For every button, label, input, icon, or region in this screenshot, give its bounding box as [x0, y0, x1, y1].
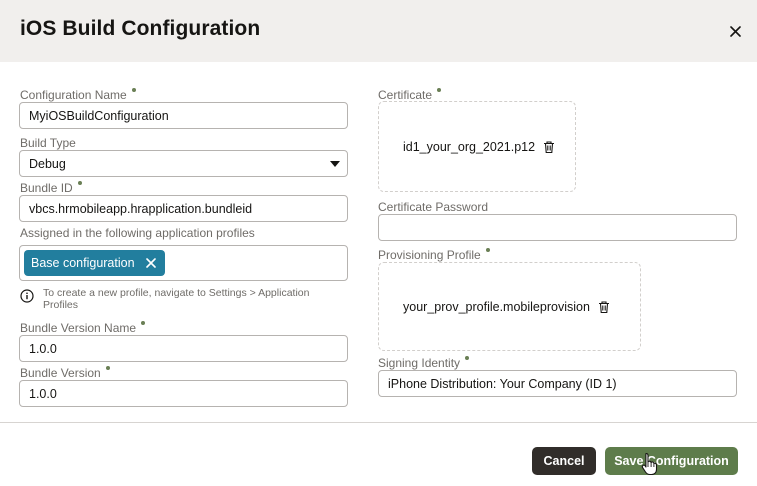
bundle-version-label: Bundle Version — [20, 366, 110, 380]
profiles-chip-input[interactable]: Base configuration — [19, 245, 348, 281]
bundle-id-value: vbcs.hrmobileapp.hrapplication.bundleid — [29, 201, 253, 216]
certificate-file: id1_your_org_2021.p12 — [403, 140, 556, 154]
certificate-file-name: id1_your_org_2021.p12 — [403, 140, 536, 154]
provisioning-profile-dropzone[interactable]: your_prov_profile.mobileprovision — [378, 262, 641, 351]
provisioning-profile-file-name: your_prov_profile.mobileprovision — [403, 300, 590, 314]
configuration-name-input[interactable]: MyiOSBuildConfiguration — [19, 102, 348, 129]
certificate-label: Certificate — [378, 88, 442, 102]
required-indicator — [105, 366, 110, 370]
provisioning-profile-label: Provisioning Profile — [378, 248, 490, 262]
cancel-button[interactable]: Cancel — [532, 447, 596, 475]
signing-identity-input[interactable]: iPhone Distribution: Your Company (ID 1) — [378, 370, 737, 397]
chevron-down-icon — [330, 161, 340, 167]
configuration-name-value: MyiOSBuildConfiguration — [29, 108, 169, 123]
trash-icon — [598, 301, 609, 314]
bundle-version-name-value: 1.0.0 — [29, 341, 57, 356]
profiles-label: Assigned in the following application pr… — [20, 226, 255, 240]
required-indicator — [465, 356, 470, 360]
info-icon — [20, 289, 34, 303]
build-type-select[interactable]: Debug — [19, 150, 348, 177]
dialog-header: iOS Build Configuration — [0, 0, 757, 62]
profiles-hint-text: To create a new profile, navigate to Set… — [43, 287, 310, 311]
certificate-dropzone[interactable]: id1_your_org_2021.p12 — [378, 101, 576, 192]
bundle-version-value: 1.0.0 — [29, 386, 57, 401]
dialog-title: iOS Build Configuration — [20, 17, 261, 40]
provisioning-profile-file: your_prov_profile.mobileprovision — [403, 300, 611, 314]
chip-remove-icon — [145, 258, 156, 268]
save-configuration-button[interactable]: Save Configuration — [605, 447, 738, 475]
build-type-label: Build Type — [20, 136, 76, 150]
build-type-value: Debug — [29, 156, 66, 171]
signing-identity-value: iPhone Distribution: Your Company (ID 1) — [388, 376, 617, 391]
close-icon — [729, 25, 741, 37]
required-indicator — [77, 181, 82, 185]
profile-chip[interactable]: Base configuration — [24, 250, 165, 276]
bundle-version-input[interactable]: 1.0.0 — [19, 380, 348, 407]
signing-identity-label: Signing Identity — [378, 356, 470, 370]
trash-icon — [544, 141, 555, 154]
required-indicator — [437, 88, 442, 92]
bundle-version-name-label: Bundle Version Name — [20, 321, 146, 335]
bundle-version-name-input[interactable]: 1.0.0 — [19, 335, 348, 362]
provisioning-profile-remove-button[interactable] — [597, 300, 611, 314]
footer-divider — [0, 422, 757, 423]
required-indicator — [141, 321, 146, 325]
required-indicator — [131, 88, 136, 92]
profile-chip-label: Base configuration — [31, 256, 135, 270]
certificate-remove-button[interactable] — [542, 140, 556, 154]
bundle-id-input[interactable]: vbcs.hrmobileapp.hrapplication.bundleid — [19, 195, 348, 222]
pointer-cursor-icon — [641, 452, 658, 476]
certificate-password-label: Certificate Password — [378, 200, 489, 214]
close-button[interactable] — [722, 18, 748, 44]
bundle-id-label: Bundle ID — [20, 181, 82, 195]
chip-remove-button[interactable] — [145, 257, 157, 269]
required-indicator — [485, 248, 490, 252]
certificate-password-input[interactable] — [378, 214, 737, 241]
configuration-name-label: Configuration Name — [20, 88, 136, 102]
